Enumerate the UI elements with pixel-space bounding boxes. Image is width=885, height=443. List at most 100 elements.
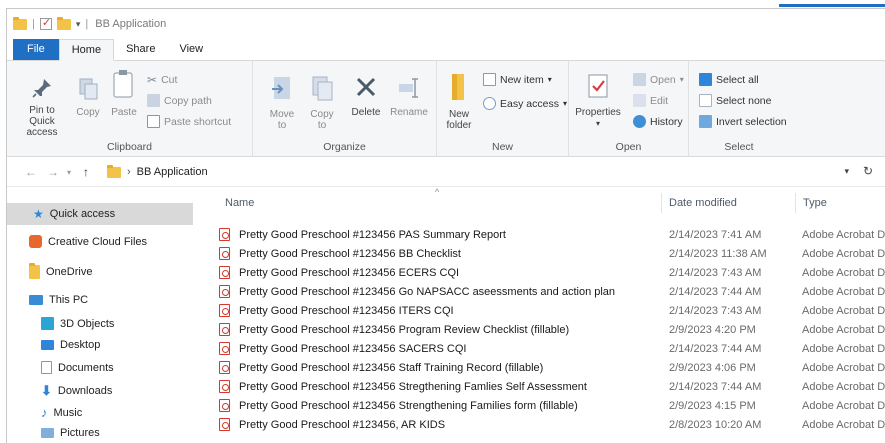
open-button[interactable]: Open ▾ xyxy=(633,73,684,86)
pdf-file-icon xyxy=(219,399,230,412)
file-date-modified: 2/9/2023 4:15 PM xyxy=(669,399,756,412)
select-all-button[interactable]: Select all xyxy=(699,73,759,86)
move-to-label: Move to xyxy=(269,109,295,131)
forward-arrow-icon[interactable]: → xyxy=(47,165,59,179)
file-row[interactable]: Pretty Good Preschool #123456 PAS Summar… xyxy=(219,225,885,244)
file-row[interactable]: Pretty Good Preschool #123456 Go NAPSACC… xyxy=(219,282,885,301)
file-name: Pretty Good Preschool #123456 SACERS CQI xyxy=(239,342,467,355)
copy-to-button[interactable]: Copy to xyxy=(305,75,339,131)
file-type: Adobe Acrobat D... xyxy=(802,342,885,355)
sidebar-item-label: Creative Cloud Files xyxy=(48,235,148,248)
sidebar-item-label: Desktop xyxy=(60,339,101,351)
open-label: Open xyxy=(650,73,676,86)
new-folder-icon xyxy=(452,74,464,100)
file-row[interactable]: Pretty Good Preschool #123456 Strengthen… xyxy=(219,396,885,415)
move-to-button[interactable]: Move to xyxy=(265,75,299,131)
column-header-name[interactable]: Name xyxy=(225,197,254,209)
file-row[interactable]: Pretty Good Preschool #123456 SACERS CQI… xyxy=(219,339,885,358)
paste-icon xyxy=(113,70,133,98)
column-header-date-modified[interactable]: Date modified xyxy=(669,197,737,209)
tab-file[interactable]: File xyxy=(13,39,59,60)
sidebar-item-music[interactable]: ♪ Music xyxy=(41,405,82,420)
breadcrumb-bb-application[interactable]: BB Application xyxy=(137,166,208,178)
sort-ascending-caret-icon: ^ xyxy=(435,187,440,197)
paste-shortcut-button[interactable]: Paste shortcut xyxy=(147,115,231,128)
file-name: Pretty Good Preschool #123456 ITERS CQI xyxy=(239,304,454,317)
open-group: Properties ▾ Open ▾ Edit History Open xyxy=(569,61,689,157)
copy-path-button[interactable]: Copy path xyxy=(147,94,212,107)
paste-shortcut-label: Paste shortcut xyxy=(164,115,232,128)
sidebar-item-label: This PC xyxy=(49,294,89,306)
file-date-modified: 2/8/2023 10:20 AM xyxy=(669,418,762,431)
new-folder-button[interactable]: New folder xyxy=(441,71,477,131)
clipboard-group-label: Clipboard xyxy=(107,141,152,153)
sidebar-item-label: 3D Objects xyxy=(60,317,115,330)
file-type: Adobe Acrobat D... xyxy=(802,266,885,279)
properties-icon xyxy=(588,74,608,98)
up-arrow-icon[interactable]: ↑ xyxy=(83,165,89,179)
select-none-icon xyxy=(699,94,712,107)
new-item-label: New item xyxy=(500,73,544,86)
sidebar-item-3d-objects[interactable]: 3D Objects xyxy=(41,317,114,330)
select-group-label: Select xyxy=(724,141,754,153)
copy-button[interactable]: Copy xyxy=(71,77,105,118)
properties-quick-icon[interactable] xyxy=(39,16,52,30)
new-folder-quick-icon[interactable] xyxy=(56,16,71,30)
column-divider[interactable] xyxy=(795,193,796,213)
recent-locations-chevron-icon[interactable]: ▾ xyxy=(67,168,71,177)
column-header-type[interactable]: Type xyxy=(803,197,827,209)
address-bar: ← → ▾ ↑ › BB Application ▾ ↻ xyxy=(7,157,885,187)
explorer-window: | ▾ | BB Application File Home Share Vie… xyxy=(6,8,885,443)
sidebar-item-onedrive[interactable]: OneDrive xyxy=(29,263,92,279)
new-group-label: New xyxy=(491,141,513,153)
back-arrow-icon[interactable]: ← xyxy=(25,165,37,179)
refresh-icon[interactable]: ↻ xyxy=(863,164,873,178)
window-title: BB Application xyxy=(95,18,167,30)
file-row[interactable]: Pretty Good Preschool #123456 ITERS CQI 2… xyxy=(219,301,885,320)
sidebar-item-quick-access[interactable]: ★ Quick access xyxy=(7,203,193,225)
file-type: Adobe Acrobat D... xyxy=(802,361,885,374)
scissors-icon: ✂ xyxy=(147,73,158,87)
address-input[interactable]: › BB Application xyxy=(103,161,779,183)
column-divider[interactable] xyxy=(661,193,662,213)
paste-shortcut-icon xyxy=(147,115,160,128)
paste-button[interactable]: Paste xyxy=(107,69,141,118)
sidebar-item-downloads[interactable]: ⬇ Downloads xyxy=(41,383,112,399)
delete-button[interactable]: Delete xyxy=(347,75,385,118)
sidebar-item-documents[interactable]: Documents xyxy=(41,361,114,374)
history-button[interactable]: History xyxy=(633,115,683,128)
pdf-file-icon xyxy=(219,342,230,355)
file-date-modified: 2/14/2023 7:43 AM xyxy=(669,266,762,279)
file-row[interactable]: Pretty Good Preschool #123456 ECERS CQI 2… xyxy=(219,263,885,282)
easy-access-label: Easy access xyxy=(500,97,559,110)
file-row[interactable]: Pretty Good Preschool #123456, AR KIDS 2/… xyxy=(219,415,885,434)
sidebar-item-this-pc[interactable]: This PC xyxy=(29,294,88,306)
rename-button[interactable]: Rename xyxy=(389,75,429,118)
music-note-icon: ♪ xyxy=(41,405,48,420)
file-row[interactable]: Pretty Good Preschool #123456 Stregtheni… xyxy=(219,377,885,396)
tab-view[interactable]: View xyxy=(167,39,215,60)
file-name: Pretty Good Preschool #123456, AR KIDS xyxy=(239,418,446,431)
edit-button[interactable]: Edit xyxy=(633,94,668,107)
new-folder-label: New folder xyxy=(446,109,472,131)
cut-button[interactable]: ✂ Cut xyxy=(147,73,177,87)
sidebar-item-pictures[interactable]: Pictures xyxy=(41,427,100,439)
invert-selection-button[interactable]: Invert selection xyxy=(699,115,787,128)
select-none-button[interactable]: Select none xyxy=(699,94,771,107)
address-history-chevron-icon[interactable]: ▾ xyxy=(844,166,849,177)
sidebar-item-creative-cloud[interactable]: Creative Cloud Files xyxy=(29,235,147,248)
file-row[interactable]: Pretty Good Preschool #123456 BB Checkli… xyxy=(219,244,885,263)
title-bar: | ▾ | BB Application xyxy=(7,9,885,39)
tab-share[interactable]: Share xyxy=(114,39,167,60)
copy-to-icon xyxy=(312,76,333,101)
select-all-icon xyxy=(699,73,712,86)
easy-access-button[interactable]: Easy access ▾ xyxy=(483,97,567,110)
new-item-button[interactable]: New item ▾ xyxy=(483,73,552,86)
customize-toolbar-chevron-icon[interactable]: ▾ xyxy=(76,19,81,30)
sidebar-item-desktop[interactable]: Desktop xyxy=(41,339,100,351)
tab-home[interactable]: Home xyxy=(58,39,115,61)
pin-to-quick-access-button[interactable]: Pin to Quick access xyxy=(17,77,67,138)
properties-button[interactable]: Properties ▾ xyxy=(573,73,623,129)
file-row[interactable]: Pretty Good Preschool #123456 Staff Trai… xyxy=(219,358,885,377)
file-row[interactable]: Pretty Good Preschool #123456 Program Re… xyxy=(219,320,885,339)
